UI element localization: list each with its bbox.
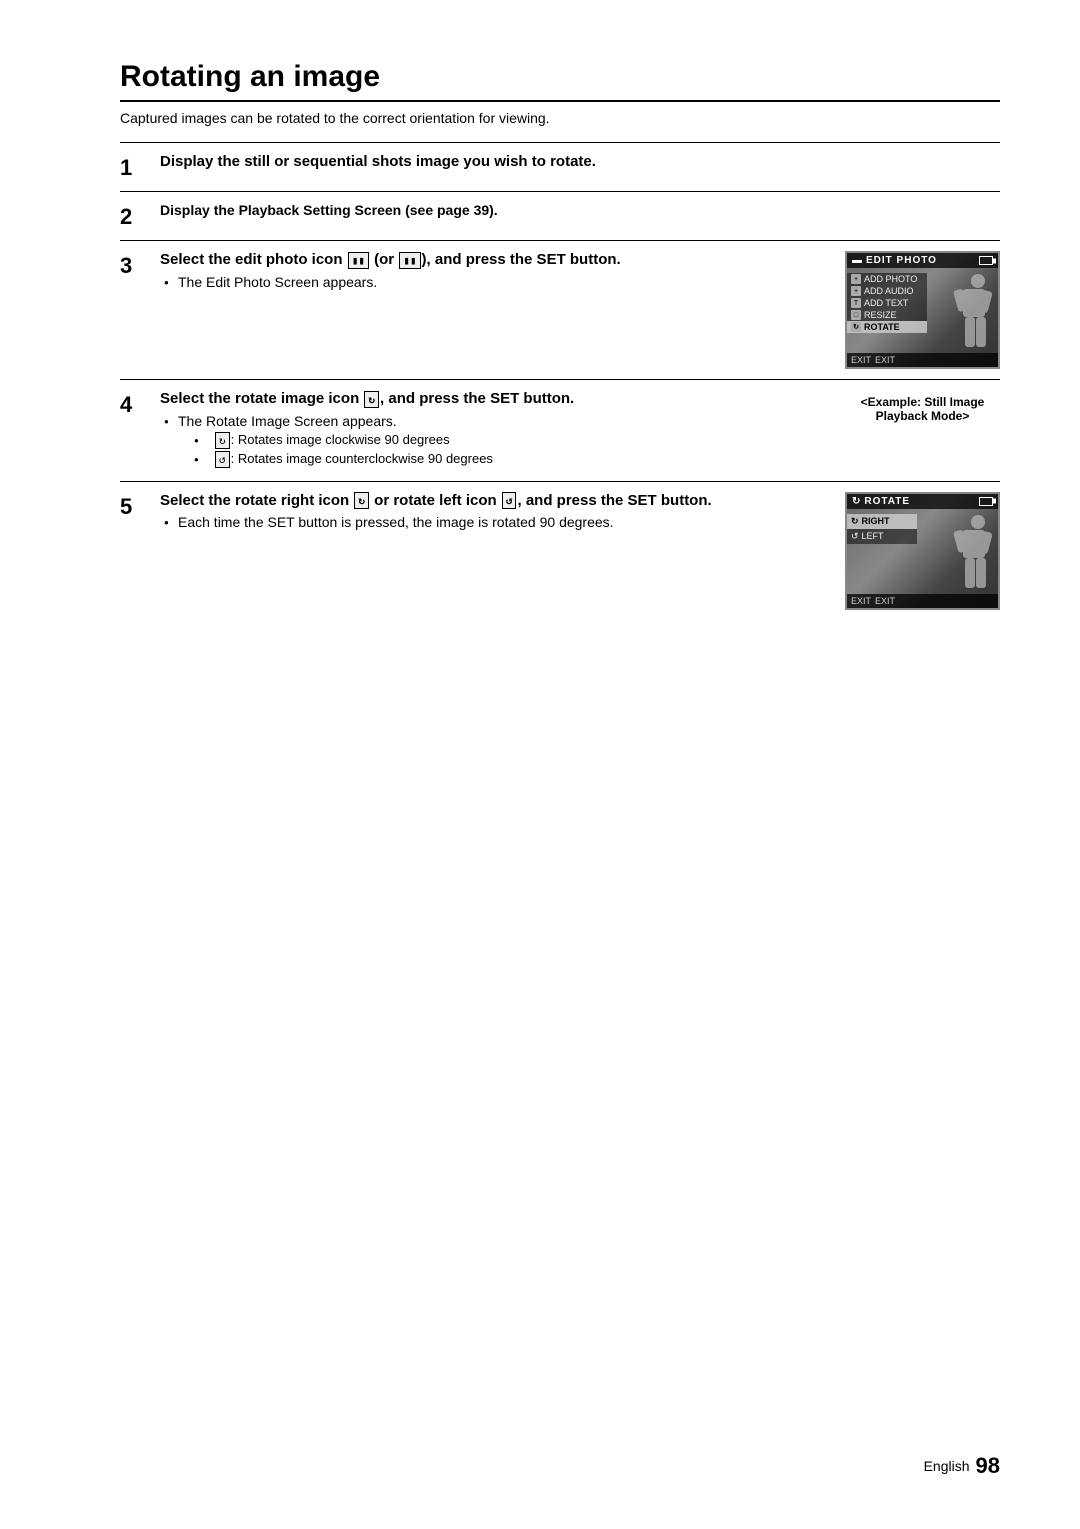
- rotate-footer-exit2: EXIT: [875, 596, 895, 606]
- page-title: Rotating an image: [120, 60, 1000, 102]
- menu-resize: □ RESIZE: [847, 309, 927, 321]
- menu-add-photo-label: ADD PHOTO: [864, 274, 917, 284]
- page-container: Rotating an image Captured images can be…: [0, 0, 1080, 700]
- footer-exit-label: EXIT: [851, 355, 871, 365]
- step-3-image-area: ▬ EDIT PHOTO + ADD PHOTO + ADD AUDIO: [845, 251, 1000, 369]
- step-5-number: 5: [120, 494, 160, 520]
- step-3-number: 3: [120, 253, 160, 279]
- step-1-content: Display the still or sequential shots im…: [160, 153, 1000, 175]
- step-1-number: 1: [120, 155, 160, 181]
- step-5-text: Select the rotate right icon ↻ or rotate…: [160, 492, 825, 534]
- add-photo-icon: +: [851, 274, 861, 284]
- menu-rotate-label: ROTATE: [864, 322, 900, 332]
- step-2-instruction: Display the Playback Setting Screen (see…: [160, 202, 1000, 218]
- step-4-text: Select the rotate image icon ↻, and pres…: [160, 390, 825, 471]
- counter-icon: ↺: [215, 451, 230, 468]
- rotate-icon: ↻: [851, 322, 861, 332]
- menu-resize-label: RESIZE: [864, 310, 897, 320]
- edit-menu: + ADD PHOTO + ADD AUDIO T ADD TEXT: [847, 273, 927, 333]
- step-2-content: Display the Playback Setting Screen (see…: [160, 202, 1000, 222]
- step-4-bullet-1: The Rotate Image Screen appears. ↻: Rota…: [164, 413, 825, 468]
- rotate-header: ↻ ROTATE: [847, 494, 998, 509]
- step-5-instruction: Select the rotate right icon ↻ or rotate…: [160, 492, 825, 510]
- step-4-sub-1: ↻: Rotates image clockwise 90 degrees: [194, 432, 825, 449]
- clockwise-icon: ↻: [215, 432, 230, 449]
- rotate-right-arrow: ↻: [851, 516, 859, 527]
- step-3-bullets: The Edit Photo Screen appears.: [164, 274, 825, 290]
- step-4-sub-bullets: ↻: Rotates image clockwise 90 degrees ↺:…: [194, 432, 825, 468]
- figure-silhouette: [933, 271, 993, 361]
- edit-photo-footer: EXIT EXIT: [847, 353, 998, 367]
- footer-exit2-label: EXIT: [875, 355, 895, 365]
- add-audio-icon: +: [851, 286, 861, 296]
- step-4-caption: <Example: Still Image Playback Mode>: [845, 395, 1000, 423]
- step-2-row: 2 Display the Playback Setting Screen (s…: [120, 191, 1000, 240]
- rotate-right-item: ↻ RIGHT: [847, 514, 917, 529]
- rotate-left-label: LEFT: [862, 531, 884, 541]
- step-4-sub-2: ↺: Rotates image counterclockwise 90 deg…: [194, 451, 825, 468]
- rotate-left-icon-inline: ↺: [502, 492, 517, 509]
- step-2-number: 2: [120, 204, 160, 230]
- menu-add-photo: + ADD PHOTO: [847, 273, 927, 285]
- edit-photo-icon-inline: ▮▮: [348, 252, 369, 269]
- step-5-content: Select the rotate right icon ↻ or rotate…: [160, 492, 1000, 610]
- step-3-row: 3 Select the edit photo icon ▮▮ (or ▮▮),…: [120, 240, 1000, 379]
- resize-icon: □: [851, 310, 861, 320]
- rotate-battery-icon: [979, 497, 993, 506]
- rotate-right-icon-inline: ↻: [354, 492, 369, 509]
- page-number: 98: [976, 1453, 1000, 1479]
- menu-add-text: T ADD TEXT: [847, 297, 927, 309]
- step-4-bullets: The Rotate Image Screen appears. ↻: Rota…: [164, 413, 825, 468]
- rotate-right-label: RIGHT: [862, 516, 890, 526]
- step-5-bullet-1: Each time the SET button is pressed, the…: [164, 514, 825, 530]
- subtitle-text: Captured images can be rotated to the co…: [120, 110, 1000, 126]
- rotate-footer-exit: EXIT: [851, 596, 871, 606]
- step-5-bullets: Each time the SET button is pressed, the…: [164, 514, 825, 530]
- step-4-instruction: Select the rotate image icon ↻, and pres…: [160, 390, 825, 408]
- header-title: EDIT PHOTO: [866, 255, 937, 266]
- step-4-row: 4 Select the rotate image icon ↻, and pr…: [120, 379, 1000, 481]
- step-4-content-with-image: Select the rotate image icon ↻, and pres…: [160, 390, 1000, 471]
- menu-add-audio-label: ADD AUDIO: [864, 286, 914, 296]
- step-3-bullet-1: The Edit Photo Screen appears.: [164, 274, 825, 290]
- rotate-menu: ↻ RIGHT ↺ LEFT: [847, 514, 917, 544]
- step-5-image-area: ↻ ROTATE ↻ RIGHT ↺ LEFT: [845, 492, 1000, 610]
- step-1-row: 1 Display the still or sequential shots …: [120, 142, 1000, 191]
- menu-add-text-label: ADD TEXT: [864, 298, 908, 308]
- rotate-screen: ↻ ROTATE ↻ RIGHT ↺ LEFT: [845, 492, 1000, 610]
- rotate-image-icon-inline: ↻: [364, 391, 379, 408]
- rotate-left-item: ↺ LEFT: [847, 529, 917, 544]
- figure-silhouette-2: [933, 512, 993, 602]
- edit-photo-icon2-inline: ▮▮: [399, 252, 420, 269]
- rotate-screen-footer: EXIT EXIT: [847, 594, 998, 608]
- step-3-content-with-image: Select the edit photo icon ▮▮ (or ▮▮), a…: [160, 251, 1000, 369]
- rotate-header-title: ROTATE: [864, 496, 910, 507]
- battery-icon: [979, 256, 993, 265]
- step-4-content: Select the rotate image icon ↻, and pres…: [160, 390, 1000, 471]
- step-1-instruction: Display the still or sequential shots im…: [160, 153, 1000, 170]
- step-5-content-with-image: Select the rotate right icon ↻ or rotate…: [160, 492, 1000, 610]
- edit-photo-header: ▬ EDIT PHOTO: [847, 253, 998, 268]
- step-5-row: 5 Select the rotate right icon ↻ or rota…: [120, 481, 1000, 620]
- rotate-header-icon: ↻: [852, 496, 860, 507]
- step-3-text: Select the edit photo icon ▮▮ (or ▮▮), a…: [160, 251, 825, 293]
- add-text-icon: T: [851, 298, 861, 308]
- step-3-content: Select the edit photo icon ▮▮ (or ▮▮), a…: [160, 251, 1000, 369]
- rotate-left-arrow: ↺: [851, 531, 859, 542]
- language-label: English: [924, 1458, 970, 1474]
- page-footer: English 98: [924, 1453, 1000, 1479]
- menu-add-audio: + ADD AUDIO: [847, 285, 927, 297]
- edit-photo-screen: ▬ EDIT PHOTO + ADD PHOTO + ADD AUDIO: [845, 251, 1000, 369]
- step-3-instruction: Select the edit photo icon ▮▮ (or ▮▮), a…: [160, 251, 825, 269]
- step-4-number: 4: [120, 392, 160, 418]
- menu-rotate: ↻ ROTATE: [847, 321, 927, 333]
- header-icon: ▬: [852, 255, 862, 266]
- step-4-image-area: <Example: Still Image Playback Mode>: [845, 390, 1000, 423]
